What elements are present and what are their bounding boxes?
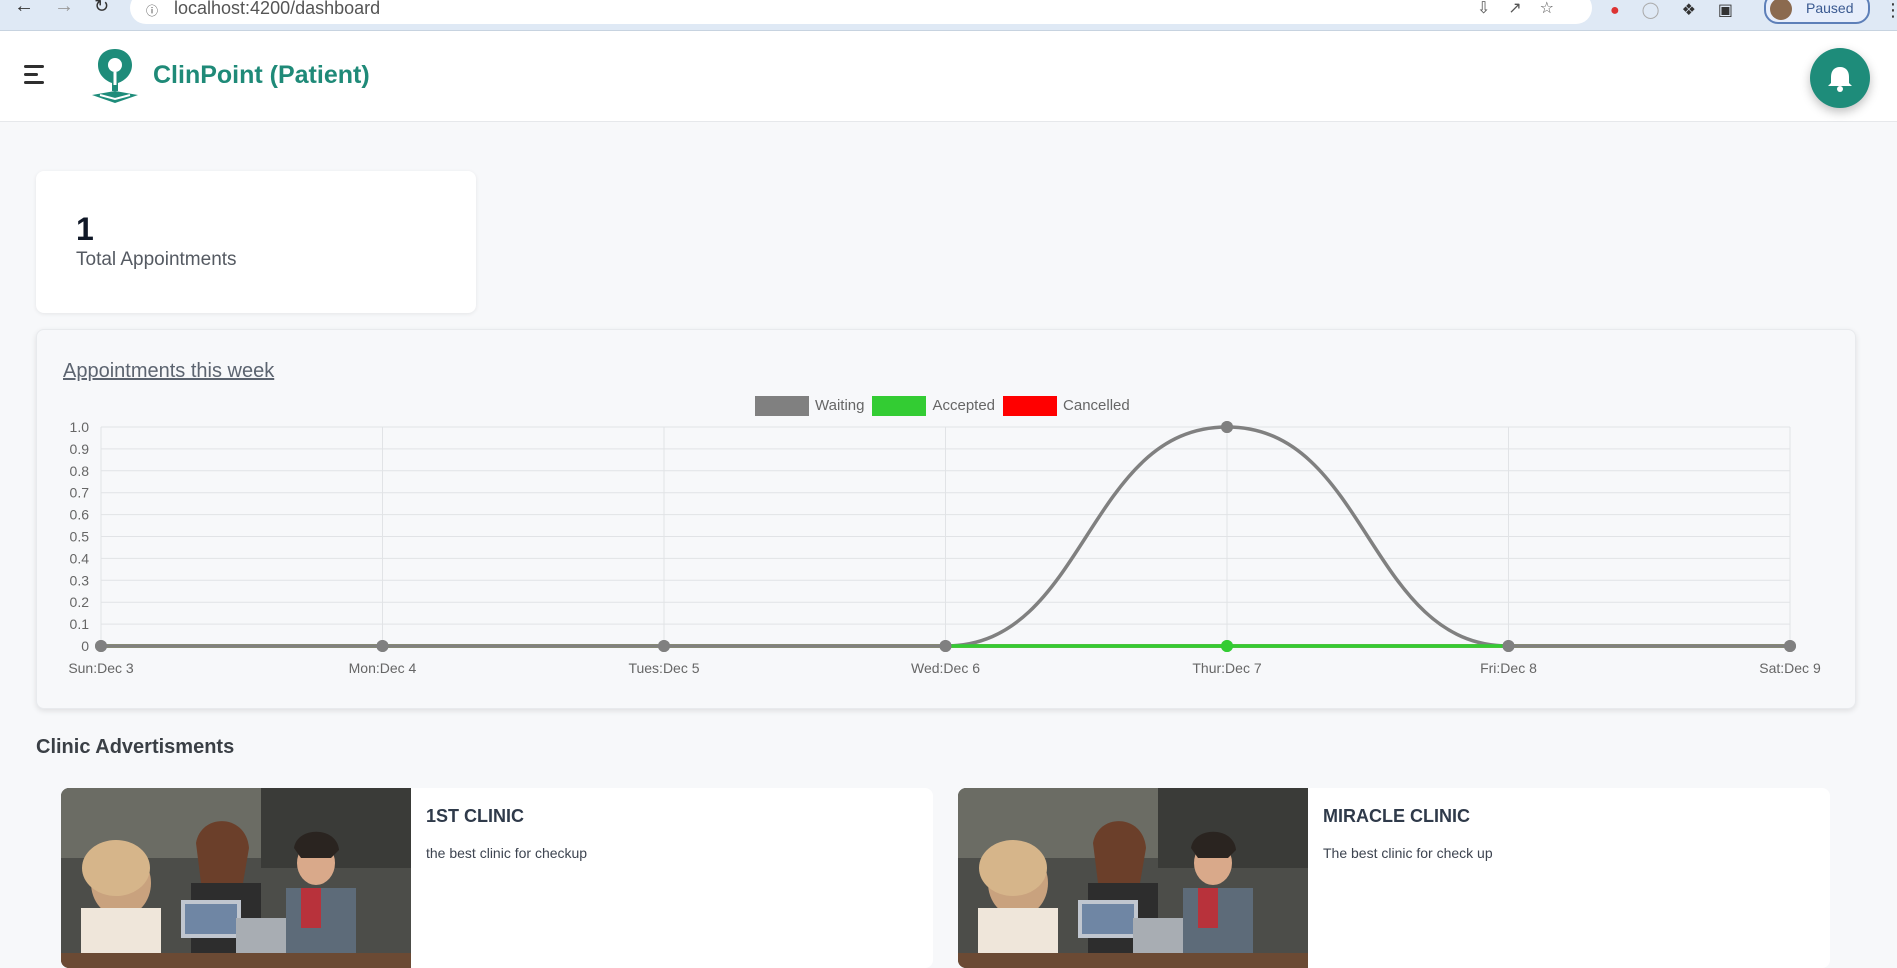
y-tick-label: 0.2 xyxy=(70,594,90,610)
ad-card[interactable]: MIRACLE CLINIC The best clinic for check… xyxy=(958,788,1830,968)
y-tick-label: 0.6 xyxy=(70,507,90,523)
reload-icon[interactable]: ↻ xyxy=(94,0,109,15)
total-appointments-card: 1 Total Appointments xyxy=(36,171,476,313)
data-point-waiting xyxy=(95,640,107,652)
clinic-photo xyxy=(958,788,1308,968)
x-tick-label: Sat:Dec 9 xyxy=(1759,660,1821,676)
forward-arrow-icon[interactable]: → xyxy=(54,0,74,16)
menu-toggle-icon[interactable] xyxy=(24,65,48,85)
extension-icons: ●◯❖▣ xyxy=(1610,0,1755,20)
data-point-waiting xyxy=(658,640,670,652)
ad-clinic-name: MIRACLE CLINIC xyxy=(1323,806,1470,826)
y-tick-label: 1.0 xyxy=(70,419,90,435)
ad-clinic-description: The best clinic for check up xyxy=(1323,845,1493,861)
x-tick-label: Thur:Dec 7 xyxy=(1192,660,1261,676)
bookmark-star-icon[interactable]: ☆ xyxy=(1540,0,1572,17)
data-point-waiting xyxy=(1784,640,1796,652)
address-bar-actions: ⇩↗☆ xyxy=(1477,0,1572,18)
profile-status: Paused xyxy=(1806,0,1854,16)
y-tick-label: 0.5 xyxy=(70,529,90,545)
y-tick-label: 0.3 xyxy=(70,572,90,588)
brand-title: ClinPoint (Patient) xyxy=(153,61,370,89)
y-tick-label: 0.7 xyxy=(70,485,90,501)
ad-card[interactable]: 1ST CLINIC the best clinic for checkup xyxy=(61,788,933,968)
ads-section-title: Clinic Advertisments xyxy=(36,736,235,758)
avatar xyxy=(1770,0,1792,20)
x-tick-label: Fri:Dec 8 xyxy=(1480,660,1537,676)
data-point-waiting xyxy=(376,640,389,652)
appointments-line-chart: 1.0 0.9 0.8 0.7 0.6 0.5 0.4 0.3 0.2 0.1 0 Sun:Dec 3… xyxy=(68,419,1821,676)
x-tick-label: Wed:Dec 6 xyxy=(911,660,980,676)
app-header: ClinPoint (Patient) xyxy=(0,31,1897,122)
browser-menu-icon[interactable]: ⋮ xyxy=(1884,0,1897,21)
clinpoint-logo-icon xyxy=(92,49,138,103)
total-appointments-label: Total Appointments xyxy=(76,249,237,270)
puzzle-icon[interactable]: ❖ xyxy=(1682,2,1718,19)
site-info-icon[interactable]: ⓘ xyxy=(146,2,158,19)
data-point-waiting xyxy=(939,640,952,652)
y-tick-label: 0.1 xyxy=(70,616,90,632)
shield-icon[interactable]: ◯ xyxy=(1642,2,1682,19)
ad-clinic-description: the best clinic for checkup xyxy=(426,845,588,861)
ad-clinic-name: 1ST CLINIC xyxy=(426,806,525,826)
x-tick-label: Sun:Dec 3 xyxy=(68,660,134,676)
bell-icon xyxy=(1828,67,1852,92)
install-app-icon[interactable]: ⇩ xyxy=(1477,0,1508,17)
profile-button[interactable]: Paused xyxy=(1764,0,1870,24)
browser-toolbar: ← → ↻ ⓘ localhost:4200/dashboard ⇩↗☆ ●◯❖… xyxy=(0,0,1897,31)
data-point-accepted xyxy=(1221,640,1233,652)
data-point-waiting xyxy=(1221,421,1233,433)
notifications-button[interactable] xyxy=(1810,48,1870,108)
y-tick-label: 0.9 xyxy=(70,441,90,457)
back-arrow-icon[interactable]: ← xyxy=(14,0,34,16)
y-tick-label: 0.8 xyxy=(70,463,90,479)
address-bar[interactable]: ⓘ localhost:4200/dashboard ⇩↗☆ xyxy=(130,0,1592,24)
address-url: localhost:4200/dashboard xyxy=(174,0,381,18)
y-tick-label: 0 xyxy=(81,638,89,654)
x-tick-label: Mon:Dec 4 xyxy=(349,660,417,676)
color-picker-icon[interactable]: ● xyxy=(1610,2,1642,19)
clinic-photo xyxy=(61,788,411,968)
data-point-waiting xyxy=(1502,640,1515,652)
x-tick-label: Tues:Dec 5 xyxy=(628,660,699,676)
y-tick-label: 0.4 xyxy=(70,550,90,566)
side-panel-icon[interactable]: ▣ xyxy=(1718,2,1755,19)
share-icon[interactable]: ↗ xyxy=(1508,0,1539,17)
total-appointments-value: 1 xyxy=(76,211,94,247)
appointments-chart-card: Appointments this week Waiting Accepted Ca… xyxy=(36,329,1856,709)
